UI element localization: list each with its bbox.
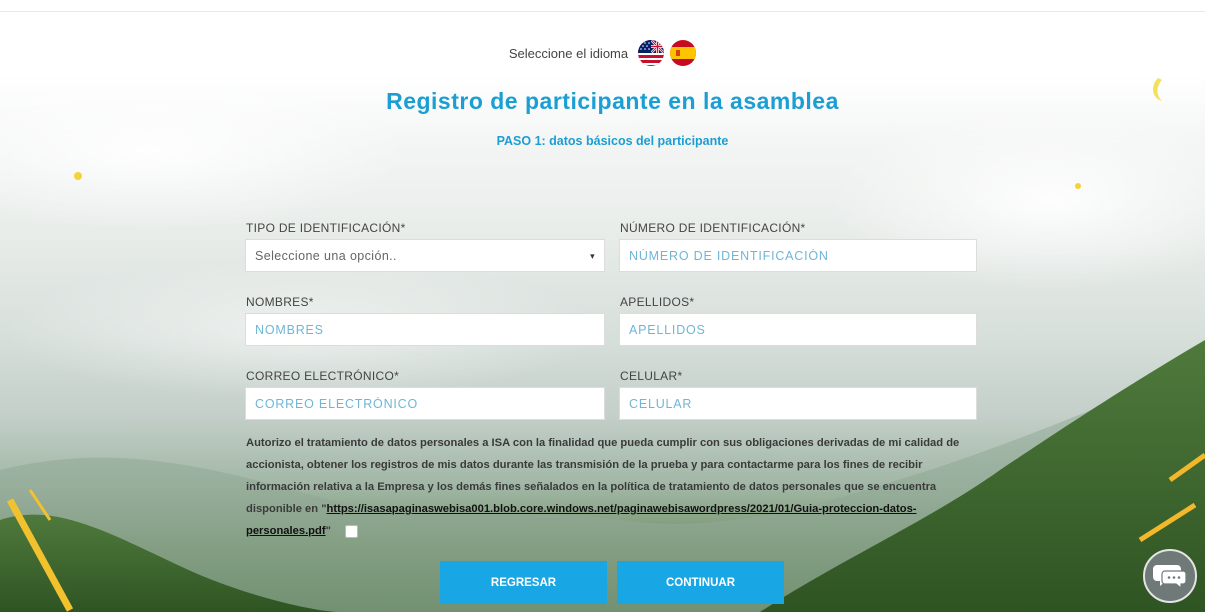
phone-input[interactable] <box>619 387 977 420</box>
chat-button[interactable] <box>1143 549 1197 603</box>
phone-label: CELULAR* <box>620 369 683 383</box>
spanish-flag-graphic <box>670 40 697 66</box>
last-names-label: APELLIDOS* <box>620 295 695 309</box>
consent-text-block: Autorizo el tratamiento de datos persona… <box>246 437 960 538</box>
english-flag-graphic <box>638 40 665 66</box>
id-number-label: NÚMERO DE IDENTIFICACIÓN* <box>620 221 806 235</box>
chevron-down-icon: ▾ <box>590 251 595 261</box>
id-type-label: TIPO DE IDENTIFICACIÓN* <box>246 221 406 235</box>
continue-button[interactable]: CONTINUAR <box>617 561 784 604</box>
id-number-input[interactable] <box>619 239 977 272</box>
first-names-label: NOMBRES* <box>246 295 314 309</box>
email-label: CORREO ELECTRÓNICO* <box>246 369 400 383</box>
spain-flag-icon[interactable] <box>670 40 697 66</box>
id-type-selected-value: Seleccione una opción.. <box>255 248 397 263</box>
us-uk-flag-icon[interactable] <box>638 40 665 66</box>
last-names-input[interactable] <box>619 313 977 346</box>
consent-checkbox[interactable] <box>344 524 358 538</box>
step-subtitle: PASO 1: datos básicos del participante <box>496 134 729 148</box>
id-type-select[interactable]: Seleccione una opción.. ▾ <box>245 239 605 272</box>
page-title: Registro de participante en la asamblea <box>386 88 839 114</box>
top-divider <box>0 11 1205 12</box>
language-label: Seleccione el idioma <box>508 45 629 61</box>
back-button[interactable]: REGRESAR <box>440 561 607 604</box>
chat-icon <box>1153 565 1187 590</box>
first-names-input[interactable] <box>245 313 605 346</box>
language-selector: Seleccione el idioma <box>0 40 1205 66</box>
email-input[interactable] <box>245 387 605 420</box>
